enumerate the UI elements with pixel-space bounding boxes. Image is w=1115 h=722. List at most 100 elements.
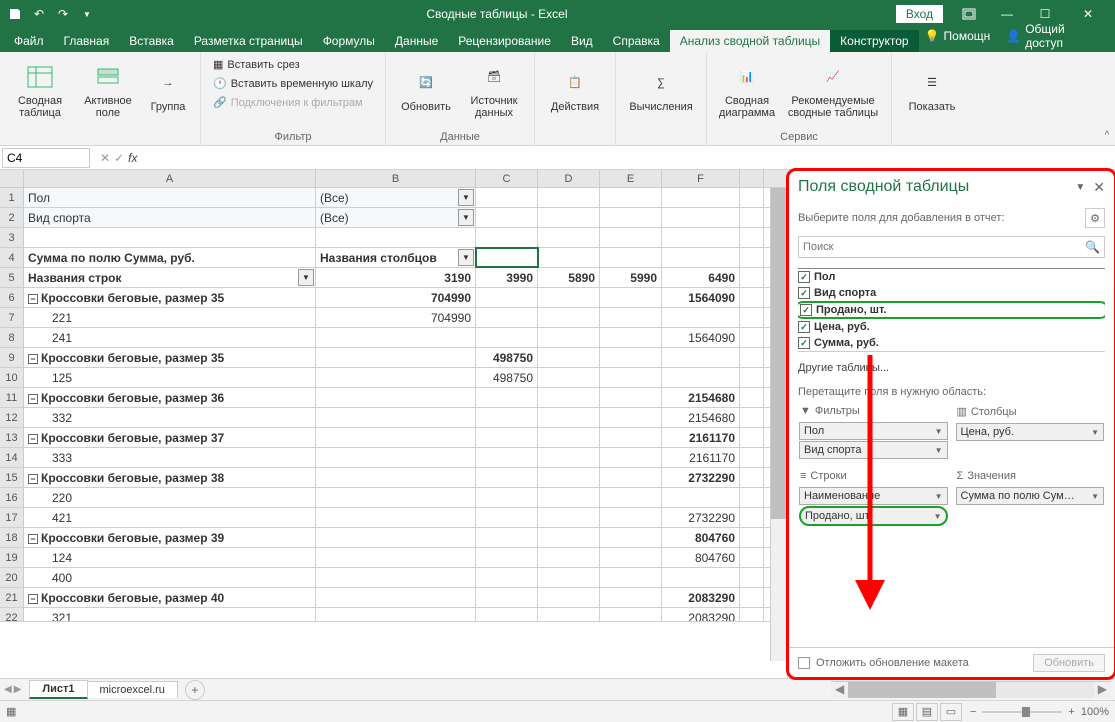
- area-item-highlighted[interactable]: Продано, шт.▼: [799, 506, 948, 526]
- tab-design[interactable]: Конструктор: [830, 30, 918, 52]
- active-field-button[interactable]: Активное поле: [76, 56, 140, 124]
- area-item[interactable]: Сумма по полю Сум…▼: [956, 487, 1105, 505]
- tab-view[interactable]: Вид: [561, 30, 603, 52]
- area-filters[interactable]: ▼Фильтры Пол▼ Вид спорта▼: [798, 402, 949, 461]
- tell-me-button[interactable]: 💡Помощн: [919, 27, 997, 45]
- recommended-pivot-button[interactable]: 📈Рекомендуемые сводные таблицы: [783, 56, 883, 124]
- tab-home[interactable]: Главная: [54, 30, 120, 52]
- area-item[interactable]: Наименование▼: [799, 487, 948, 505]
- sheet-nav-next-icon[interactable]: ▶: [14, 684, 22, 695]
- hscroll-right-icon[interactable]: ▶: [1094, 682, 1111, 698]
- area-item[interactable]: Вид спорта▼: [799, 441, 948, 459]
- tab-formulas[interactable]: Формулы: [313, 30, 385, 52]
- tab-insert[interactable]: Вставка: [119, 30, 184, 52]
- show-button[interactable]: ☰Показать: [900, 56, 964, 124]
- collapse-icon[interactable]: −: [28, 294, 38, 304]
- area-item[interactable]: Пол▼: [799, 422, 948, 440]
- tab-file[interactable]: Файл: [4, 30, 54, 52]
- col-header[interactable]: F: [662, 170, 740, 187]
- field-item[interactable]: ✓Пол: [798, 269, 1105, 285]
- col-header[interactable]: A: [24, 170, 316, 187]
- sheet-nav-prev-icon[interactable]: ◀: [4, 684, 12, 695]
- actions-button[interactable]: 📋Действия: [543, 56, 607, 124]
- undo-icon[interactable]: ↶: [28, 3, 50, 25]
- pivot-table-button[interactable]: Сводная таблица: [8, 56, 72, 124]
- collapse-icon[interactable]: −: [28, 394, 38, 404]
- gear-icon[interactable]: ⚙: [1085, 208, 1105, 228]
- area-values[interactable]: ΣЗначения Сумма по полю Сум…▼: [955, 467, 1106, 528]
- col-header[interactable]: [740, 170, 764, 187]
- chevron-down-icon[interactable]: ▼: [935, 427, 943, 436]
- update-button[interactable]: Обновить: [1033, 654, 1105, 672]
- dropdown-icon[interactable]: ▼: [298, 269, 314, 286]
- zoom-in-icon[interactable]: +: [1068, 706, 1074, 718]
- tab-data[interactable]: Данные: [385, 30, 448, 52]
- fx-icon[interactable]: fx: [128, 151, 137, 165]
- zoom-level[interactable]: 100%: [1081, 706, 1109, 718]
- dropdown-icon[interactable]: ▼: [458, 189, 474, 206]
- area-item[interactable]: Цена, руб.▼: [956, 423, 1105, 441]
- zoom-out-icon[interactable]: −: [970, 706, 976, 718]
- accept-fx-icon[interactable]: ✓: [114, 151, 124, 165]
- checkbox-icon[interactable]: ✓: [798, 337, 810, 349]
- zoom-slider[interactable]: [982, 711, 1062, 713]
- tab-layout[interactable]: Разметка страницы: [184, 30, 313, 52]
- view-normal-icon[interactable]: ▦: [892, 703, 914, 721]
- collapse-ribbon-icon[interactable]: ^: [1099, 52, 1115, 145]
- insert-slicer-button[interactable]: ▦Вставить срез: [209, 56, 377, 73]
- sheet-tab[interactable]: microexcel.ru: [87, 681, 178, 698]
- chevron-down-icon[interactable]: ▼: [1091, 428, 1099, 437]
- chevron-down-icon[interactable]: ▼: [935, 446, 943, 455]
- insert-timeline-button[interactable]: 🕐Вставить временную шкалу: [209, 75, 377, 92]
- cell[interactable]: (Все)▼: [316, 188, 476, 207]
- area-rows[interactable]: ≡Строки Наименование▼ Продано, шт.▼: [798, 467, 949, 528]
- view-page-icon[interactable]: ▤: [916, 703, 938, 721]
- col-header[interactable]: D: [538, 170, 600, 187]
- worksheet[interactable]: A B C D E F 1Пол(Все)▼ 2Вид спорта(Все)▼…: [0, 170, 787, 678]
- sheet-tab[interactable]: Лист1: [29, 680, 87, 699]
- name-box[interactable]: [2, 148, 90, 168]
- fields-search[interactable]: 🔍: [798, 236, 1105, 258]
- share-button[interactable]: 👤Общий доступ: [1000, 20, 1105, 52]
- hscroll-left-icon[interactable]: ◀: [831, 682, 848, 698]
- field-item[interactable]: ✓Сумма, руб.: [798, 335, 1105, 351]
- select-all-corner[interactable]: [0, 170, 24, 187]
- horizontal-scrollbar[interactable]: [848, 682, 1094, 698]
- field-item[interactable]: ✓Вид спорта: [798, 285, 1105, 301]
- checkbox-icon[interactable]: ✓: [798, 271, 810, 283]
- group-button[interactable]: →Группа: [144, 56, 192, 124]
- refresh-button[interactable]: 🔄Обновить: [394, 56, 458, 124]
- tab-pivot-analyze[interactable]: Анализ сводной таблицы: [670, 30, 830, 52]
- collapse-icon[interactable]: −: [28, 354, 38, 364]
- col-header[interactable]: C: [476, 170, 538, 187]
- data-source-button[interactable]: 🗃Источник данных: [462, 56, 526, 124]
- dropdown-icon[interactable]: ▼: [458, 249, 474, 266]
- chevron-down-icon[interactable]: ▼: [935, 492, 943, 501]
- vertical-scrollbar[interactable]: [770, 188, 787, 661]
- col-header[interactable]: B: [316, 170, 476, 187]
- other-tables-link[interactable]: Другие таблицы...: [788, 358, 1115, 378]
- area-columns[interactable]: ▥Столбцы Цена, руб.▼: [955, 402, 1106, 461]
- calculations-button[interactable]: ∑Вычисления: [624, 56, 698, 124]
- collapse-icon[interactable]: −: [28, 434, 38, 444]
- dropdown-icon[interactable]: ▼: [458, 209, 474, 226]
- save-icon[interactable]: [4, 3, 26, 25]
- pane-close-icon[interactable]: ✕: [1093, 179, 1105, 196]
- field-item-highlighted[interactable]: ✓Продано, шт.: [798, 301, 1105, 319]
- collapse-icon[interactable]: −: [28, 594, 38, 604]
- col-header[interactable]: E: [600, 170, 662, 187]
- row-header[interactable]: 1: [0, 188, 24, 207]
- pivot-chart-button[interactable]: 📊Сводная диаграмма: [715, 56, 779, 124]
- add-sheet-icon[interactable]: +: [185, 680, 205, 700]
- active-cell[interactable]: [476, 248, 538, 267]
- collapse-icon[interactable]: −: [28, 474, 38, 484]
- checkbox-icon[interactable]: ✓: [798, 321, 810, 333]
- tab-help[interactable]: Справка: [603, 30, 670, 52]
- pane-dropdown-icon[interactable]: ▼: [1075, 182, 1085, 193]
- collapse-icon[interactable]: −: [28, 534, 38, 544]
- chevron-down-icon[interactable]: ▼: [934, 512, 942, 521]
- cancel-fx-icon[interactable]: ✕: [100, 151, 110, 165]
- chevron-down-icon[interactable]: ▼: [1091, 492, 1099, 501]
- search-input[interactable]: [803, 241, 1085, 253]
- redo-icon[interactable]: ↷: [52, 3, 74, 25]
